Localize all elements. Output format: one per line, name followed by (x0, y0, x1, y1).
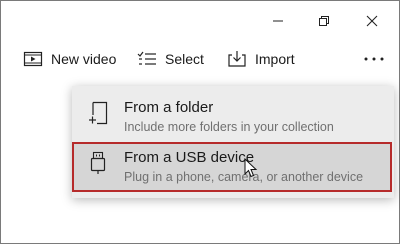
minimize-button[interactable] (255, 7, 301, 35)
folder-add-icon (89, 101, 108, 125)
close-button[interactable] (349, 7, 395, 35)
new-video-label: New video (51, 51, 117, 67)
mouse-pointer-icon (244, 158, 258, 178)
more-options-button[interactable] (361, 45, 387, 73)
select-button[interactable]: Select (137, 45, 204, 73)
restore-button[interactable] (301, 7, 347, 35)
menu-item-from-folder[interactable]: From a folder Include more folders in yo… (72, 92, 394, 142)
more-icon (364, 57, 384, 61)
video-icon (23, 51, 43, 67)
menu-item-from-usb-device[interactable]: From a USB device Plug in a phone, camer… (72, 142, 392, 192)
close-icon (366, 15, 378, 27)
menu-item-title: From a folder (124, 99, 214, 116)
import-button[interactable]: Import (227, 45, 295, 73)
usb-device-icon (90, 151, 106, 174)
menu-item-subtitle: Include more folders in your collection (124, 120, 334, 134)
select-label: Select (165, 51, 204, 67)
minimize-icon (273, 20, 283, 22)
checklist-icon (137, 51, 156, 65)
import-label: Import (255, 51, 295, 67)
restore-icon (319, 16, 329, 26)
import-menu: From a folder Include more folders in yo… (72, 86, 394, 198)
import-icon (228, 51, 246, 67)
new-video-button[interactable]: New video (23, 45, 116, 73)
app-window: New video Select Import From a folder In… (0, 0, 400, 244)
menu-item-title: From a USB device (124, 149, 255, 166)
